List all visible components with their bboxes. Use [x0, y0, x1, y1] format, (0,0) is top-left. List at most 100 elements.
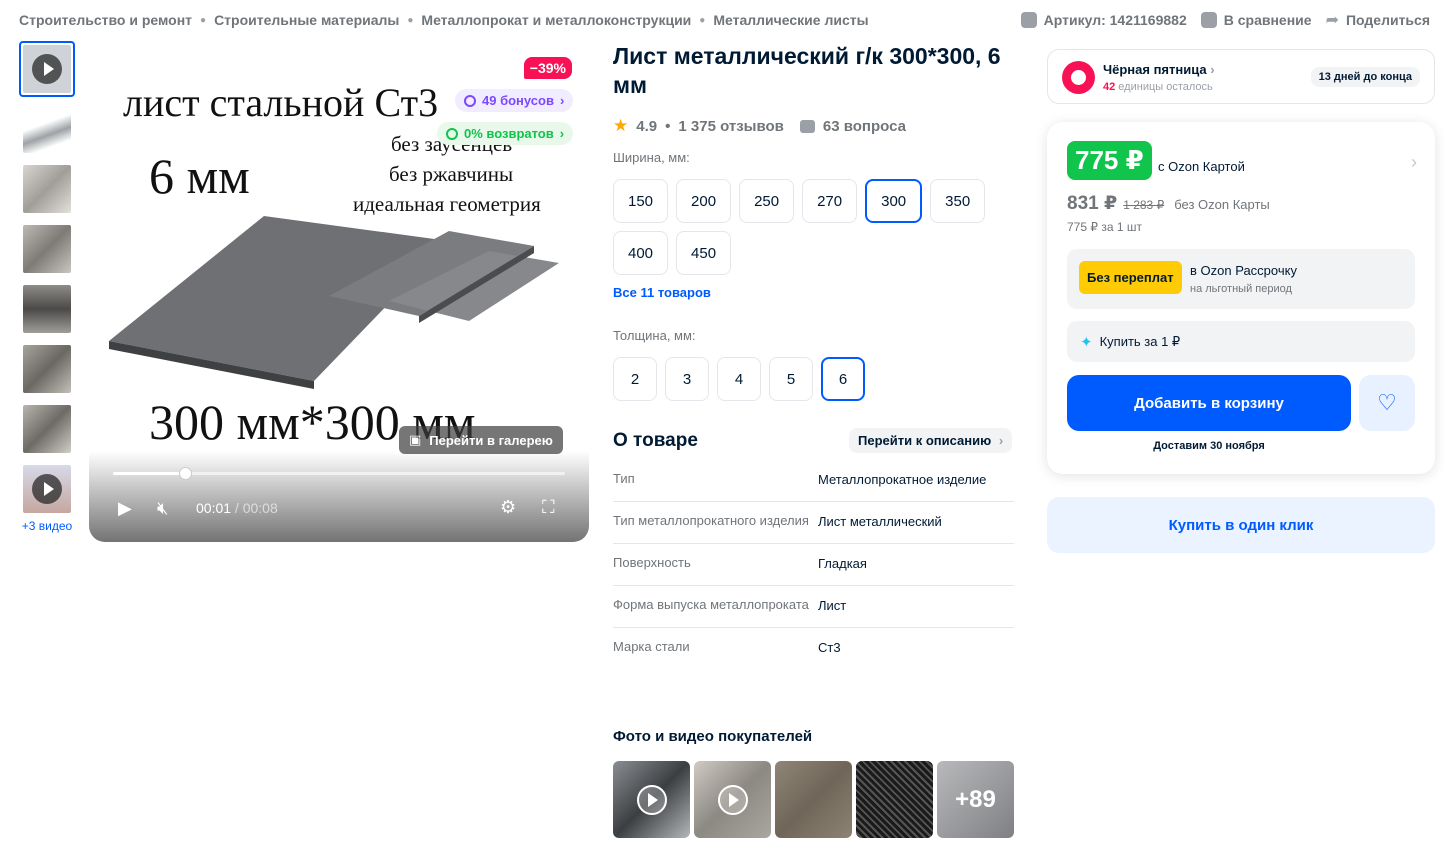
customer-photo[interactable]	[775, 761, 852, 838]
thumbnail-video[interactable]	[19, 461, 75, 517]
add-to-cart-button[interactable]: Добавить в корзину	[1067, 375, 1351, 431]
thickness-option[interactable]: 2	[613, 357, 657, 401]
more-videos-link[interactable]: +3 видео	[19, 519, 75, 533]
all-products-link[interactable]: Все 11 товаров	[613, 285, 711, 300]
card-price: 775 ₽	[1067, 141, 1152, 180]
chevron-right-icon: ›	[559, 126, 565, 141]
width-option[interactable]: 400	[613, 231, 669, 275]
installment-subtitle: на льготный период	[1190, 283, 1292, 295]
returns-icon	[446, 127, 458, 140]
spec-row: Тип Металлопрокатное изделие	[613, 460, 1014, 502]
spec-value: Гладкая	[818, 556, 867, 571]
returns-label: 0% возвратов	[464, 126, 554, 141]
article-number: Артикул: 1421169882	[1043, 12, 1187, 28]
thumbnail-video[interactable]	[19, 41, 75, 97]
width-label: Ширина, мм:	[613, 150, 690, 165]
thumbnail-image[interactable]	[19, 341, 75, 397]
buy-for-1-ruble[interactable]: ✦ Купить за 1 ₽	[1067, 321, 1415, 362]
width-option[interactable]: 270	[802, 179, 858, 223]
more-count: +89	[955, 785, 996, 813]
breadcrumb-separator: ●	[407, 14, 414, 26]
play-icon[interactable]: ▶	[118, 498, 132, 519]
rating-value: 4.9	[636, 117, 658, 135]
breadcrumb-item[interactable]: Строительные материалы	[214, 12, 399, 28]
compare-button[interactable]: В сравнение	[1200, 12, 1312, 28]
thumbnail-image[interactable]	[19, 161, 75, 217]
thickness-option-selected[interactable]: 6	[821, 357, 865, 401]
go-to-description-button[interactable]: Перейти к описанию ›	[849, 428, 1013, 453]
play-icon	[717, 784, 748, 815]
thickness-options: 2 3 4 5 6	[613, 357, 1013, 401]
width-option[interactable]: 200	[676, 179, 732, 223]
spec-key: Тип металлопрокатного изделия	[613, 513, 809, 528]
questions-link[interactable]: 63 вопроса	[823, 118, 906, 135]
customer-video[interactable]	[694, 761, 771, 838]
spec-key: Марка стали	[613, 639, 690, 654]
unit-price: 775 ₽ за 1 шт	[1067, 220, 1142, 234]
settings-gear-icon[interactable]: ⚙	[500, 497, 516, 518]
product-title: Лист металлический г/к 300*300, 6 мм	[613, 43, 1001, 98]
spec-key: Поверхность	[613, 555, 691, 570]
black-friday-logo-icon	[1062, 61, 1095, 94]
delivery-date: Доставим 30 ноября	[1153, 440, 1265, 452]
customer-photo[interactable]	[856, 761, 933, 838]
product-main-media[interactable]: лист стальной Ст3 6 мм без заусенцев без…	[89, 41, 589, 542]
bonus-badge[interactable]: 49 бонусов ›	[455, 89, 574, 112]
share-button[interactable]: ➦ Поделиться	[1326, 10, 1430, 30]
thickness-option[interactable]: 5	[769, 357, 813, 401]
chevron-right-icon[interactable]: ›	[1411, 152, 1417, 173]
thumbnail-image[interactable]	[19, 101, 75, 157]
thumbnail-list: +3 видео	[19, 41, 75, 533]
returns-badge[interactable]: 0% возвратов ›	[437, 122, 574, 145]
installment-offer[interactable]: Без переплат в Ozon Рассрочку на льготны…	[1067, 249, 1415, 309]
spec-row: Марка стали Ст3	[613, 628, 1014, 669]
spec-value: Лист	[818, 598, 847, 613]
bonus-label: 49 бонусов	[482, 93, 554, 108]
width-option[interactable]: 150	[613, 179, 669, 223]
image-text-line: без ржавчины	[389, 162, 513, 186]
favorite-button[interactable]: ♡	[1359, 375, 1415, 431]
spec-key: Тип	[613, 471, 635, 486]
spec-value: Металлопрокатное изделие	[818, 472, 987, 487]
reviews-link[interactable]: 1 375 отзывов	[678, 118, 784, 135]
width-option[interactable]: 350	[930, 179, 986, 223]
thumbnail-image[interactable]	[19, 221, 75, 277]
breadcrumb-item[interactable]: Металлические листы	[713, 12, 868, 28]
spec-row: Форма выпуска металлопроката Лист	[613, 586, 1014, 628]
thickness-option[interactable]: 4	[717, 357, 761, 401]
installment-title: в Ozon Рассрочку	[1190, 263, 1297, 278]
go-to-gallery-button[interactable]: ▣ Перейти в галерею	[399, 426, 563, 454]
image-text-line: идеальная геометрия	[353, 192, 541, 216]
article-copy[interactable]: Артикул: 1421169882	[1020, 12, 1187, 28]
buy-one-click-button[interactable]: Купить в один клик	[1047, 497, 1435, 553]
buy-for-label: Купить за 1 ₽	[1099, 333, 1181, 349]
chevron-right-icon: ›	[998, 433, 1004, 448]
promo-banner[interactable]: Чёрная пятница › 42 единицы осталось 13 …	[1047, 49, 1435, 104]
spec-row: Поверхность Гладкая	[613, 544, 1014, 586]
customer-media-title: Фото и видео покупателей	[613, 728, 813, 745]
regular-price-note: без Ozon Карты	[1174, 197, 1270, 212]
breadcrumb-item[interactable]: Металлопрокат и металлоконструкции	[421, 12, 691, 28]
video-total-time: 00:08	[242, 500, 278, 516]
width-option[interactable]: 450	[676, 231, 732, 275]
sparkle-icon: ✦	[1080, 333, 1093, 351]
width-option[interactable]: 250	[739, 179, 795, 223]
specs-table: Тип Металлопрокатное изделие Тип металло…	[613, 460, 1014, 669]
thumbnail-image[interactable]	[19, 281, 75, 337]
thickness-option[interactable]: 3	[665, 357, 709, 401]
fullscreen-icon[interactable]: ⛶	[542, 497, 555, 518]
video-time: 00:01 / 00:08	[196, 500, 278, 516]
card-price-note: с Ozon Картой	[1158, 159, 1245, 174]
image-text-line: 6 мм	[149, 148, 250, 204]
width-option-selected[interactable]: 300	[865, 179, 923, 223]
breadcrumb-item[interactable]: Строительство и ремонт	[19, 12, 192, 28]
mute-icon[interactable]: 🔇︎	[157, 498, 168, 519]
video-progress-handle[interactable]	[179, 467, 193, 480]
thumbnail-image[interactable]	[19, 401, 75, 457]
spec-value: Ст3	[818, 640, 841, 655]
customer-video[interactable]	[613, 761, 690, 838]
rating-summary: ★ 4.9 • 1 375 отзывов 63 вопроса	[613, 116, 906, 135]
share-label: Поделиться	[1345, 12, 1430, 28]
customer-media-more[interactable]: +89	[937, 761, 1014, 838]
play-icon	[32, 474, 62, 504]
